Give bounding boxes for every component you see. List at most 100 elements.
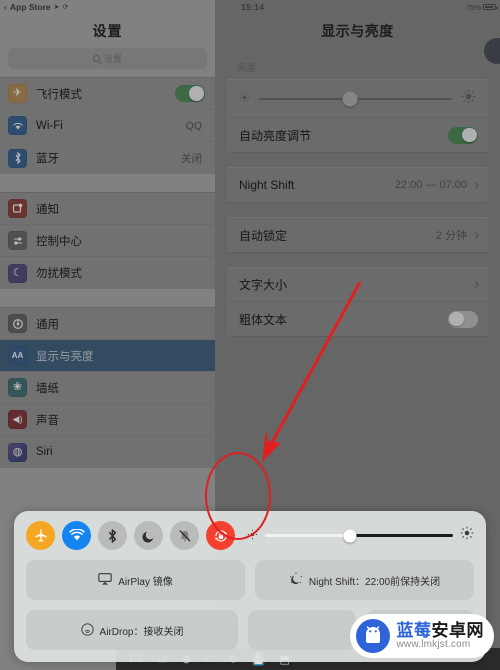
airplay-label: AirPlay 镜像 — [118, 576, 173, 588]
sidebar-item-bluetooth[interactable]: 蓝牙 关闭 — [0, 142, 215, 174]
sidebar-item-siri[interactable]: ◍ Siri — [0, 436, 215, 468]
brightness-card: 自动亮度调节 — [227, 79, 488, 153]
sidebar-item-label: Siri — [36, 446, 53, 458]
sidebar-item-label: 声音 — [36, 414, 59, 427]
night-shift-value: 22:00 — 07:00 — [394, 179, 467, 191]
notifications-icon — [8, 199, 27, 218]
auto-lock-row[interactable]: 自动锁定 2 分钟 — [227, 218, 488, 252]
status-bar-left: ‹ App Store ➤ ⟳ — [0, 2, 215, 12]
control-center-top-row — [26, 521, 474, 550]
bold-text-toggle[interactable] — [448, 310, 478, 328]
wifi-value: QQ — [185, 119, 202, 132]
screen-root: 设置 设置 ✈ 飞行模式 Wi-Fi QQ 蓝牙 关闭 通知 控制中心 ☾ 勿扰… — [0, 0, 500, 670]
sidebar-item-general[interactable]: 通用 — [0, 308, 215, 340]
status-bar-center: 15:14 — [215, 2, 466, 12]
control-center-icon — [8, 231, 27, 250]
sidebar-item-airplane[interactable]: ✈ 飞行模式 — [0, 78, 215, 110]
sidebar-item-label: 飞行模式 — [36, 88, 82, 101]
airplane-mode-button[interactable] — [26, 521, 55, 550]
auto-brightness-toggle[interactable] — [448, 126, 478, 144]
sidebar-item-label: Wi-Fi — [36, 119, 63, 132]
sidebar-group-1: ✈ 飞行模式 Wi-Fi QQ 蓝牙 关闭 — [0, 77, 215, 174]
search-icon — [92, 55, 100, 62]
rotation-lock-button[interactable] — [206, 521, 235, 550]
sidebar-item-label: 显示与亮度 — [36, 350, 94, 363]
night-shift-row[interactable]: Night Shift 22:00 — 07:00 — [227, 168, 488, 202]
wifi-icon — [8, 116, 27, 135]
control-center-brightness — [245, 526, 474, 545]
airdrop-label: AirDrop：接收关闭 — [99, 626, 184, 638]
moon-icon: ☾ — [8, 263, 27, 283]
bold-text-row[interactable]: 粗体文本 — [227, 302, 488, 336]
watermark-brand-blue: 蓝莓 — [396, 620, 432, 640]
sun-large-icon — [460, 526, 474, 545]
back-arrow-icon[interactable]: ‹ — [4, 2, 7, 12]
night-shift-label: Night Shift — [239, 178, 295, 192]
auto-lock-value: 2 分钟 — [435, 230, 467, 242]
brightness-slider-row[interactable] — [227, 80, 488, 118]
sidebar-item-notifications[interactable]: 通知 — [0, 193, 215, 225]
detail-body: 亮度 自动亮度调节 Night Shift 22:00 — 07:00 自动锁定… — [215, 48, 500, 337]
sidebar-item-sound[interactable]: ◀) 声音 — [0, 404, 215, 436]
status-bar-time: 15:14 — [241, 2, 265, 12]
bluetooth-icon — [8, 148, 27, 168]
status-bar: ‹ App Store ➤ ⟳ 15:14 75% — [0, 0, 500, 14]
airplay-icon — [98, 573, 112, 587]
sun-small-icon — [239, 90, 250, 108]
wifi-button[interactable] — [62, 521, 91, 550]
sidebar-item-label: 勿扰模式 — [36, 268, 82, 280]
chevron-right-icon — [471, 231, 480, 239]
status-bar-right: 75% — [466, 3, 500, 12]
sidebar-item-display-brightness[interactable]: AA 显示与亮度 — [0, 340, 215, 372]
search-input[interactable]: 设置 — [8, 48, 207, 69]
mute-button[interactable] — [170, 521, 199, 550]
bold-text-label: 粗体文本 — [239, 312, 288, 327]
sun-small-icon — [247, 527, 258, 545]
night-shift-tile-label: Night Shift：22:00前保持关闭 — [308, 576, 441, 588]
siri-icon: ◍ — [8, 442, 27, 462]
brightness-slider[interactable] — [259, 91, 452, 106]
bluetooth-value: 关闭 — [181, 152, 202, 165]
speaker-icon: ◀) — [8, 410, 27, 429]
brightness-slider-knob[interactable] — [342, 91, 358, 106]
sidebar-gap-1 — [0, 174, 215, 192]
sidebar-item-control-center[interactable]: 控制中心 — [0, 225, 215, 257]
night-shift-tile[interactable]: Night Shift：22:00前保持关闭 — [255, 560, 474, 600]
text-size-label: 文字大小 — [239, 278, 288, 292]
gear-icon — [8, 314, 27, 333]
sidebar-item-do-not-disturb[interactable]: ☾ 勿扰模式 — [0, 257, 215, 289]
auto-lock-card: 自动锁定 2 分钟 — [227, 217, 488, 253]
chevron-right-icon — [471, 181, 480, 189]
watermark: 蓝莓安卓网 www.lmkjst.com — [349, 614, 494, 658]
sidebar-group-2: 通知 控制中心 ☾ 勿扰模式 — [0, 192, 215, 289]
cc-brightness-knob[interactable] — [343, 529, 357, 542]
night-shift-icon — [289, 572, 303, 588]
text-size-row[interactable]: 文字大小 — [227, 268, 488, 302]
bluetooth-button[interactable] — [98, 521, 127, 550]
sidebar-item-label: 蓝牙 — [36, 153, 59, 165]
watermark-brand: 蓝莓安卓网 — [396, 620, 485, 640]
auto-lock-label: 自动锁定 — [239, 228, 288, 243]
sidebar-item-wallpaper[interactable]: ❀ 墙纸 — [0, 372, 215, 404]
sidebar-item-wifi[interactable]: Wi-Fi QQ — [0, 110, 215, 142]
cc-brightness-slider[interactable] — [265, 529, 453, 542]
status-bar-app-name: App Store — [10, 2, 51, 12]
cc-tile-blank-1[interactable] — [248, 610, 356, 650]
airplay-mirroring-tile[interactable]: AirPlay 镜像 — [26, 560, 245, 600]
auto-brightness-row[interactable]: 自动亮度调节 — [227, 118, 488, 152]
airplane-icon: ✈ — [8, 84, 27, 103]
control-center-toggles — [26, 521, 235, 550]
sidebar-title: 设置 — [92, 23, 123, 39]
watermark-url: www.lmkjst.com — [396, 638, 471, 650]
airplane-toggle[interactable] — [175, 85, 205, 102]
sidebar-item-label: 通用 — [36, 318, 59, 331]
sidebar-item-label: 墙纸 — [36, 382, 59, 395]
chevron-right-icon — [471, 280, 480, 289]
display-brightness-icon: AA — [8, 346, 27, 365]
sun-large-icon — [461, 89, 476, 109]
brightness-section-label: 亮度 — [237, 63, 257, 74]
do-not-disturb-button[interactable] — [134, 521, 163, 550]
text-card: 文字大小 粗体文本 — [227, 267, 488, 337]
airdrop-icon — [80, 622, 94, 638]
airdrop-tile[interactable]: AirDrop：接收关闭 — [26, 610, 238, 650]
